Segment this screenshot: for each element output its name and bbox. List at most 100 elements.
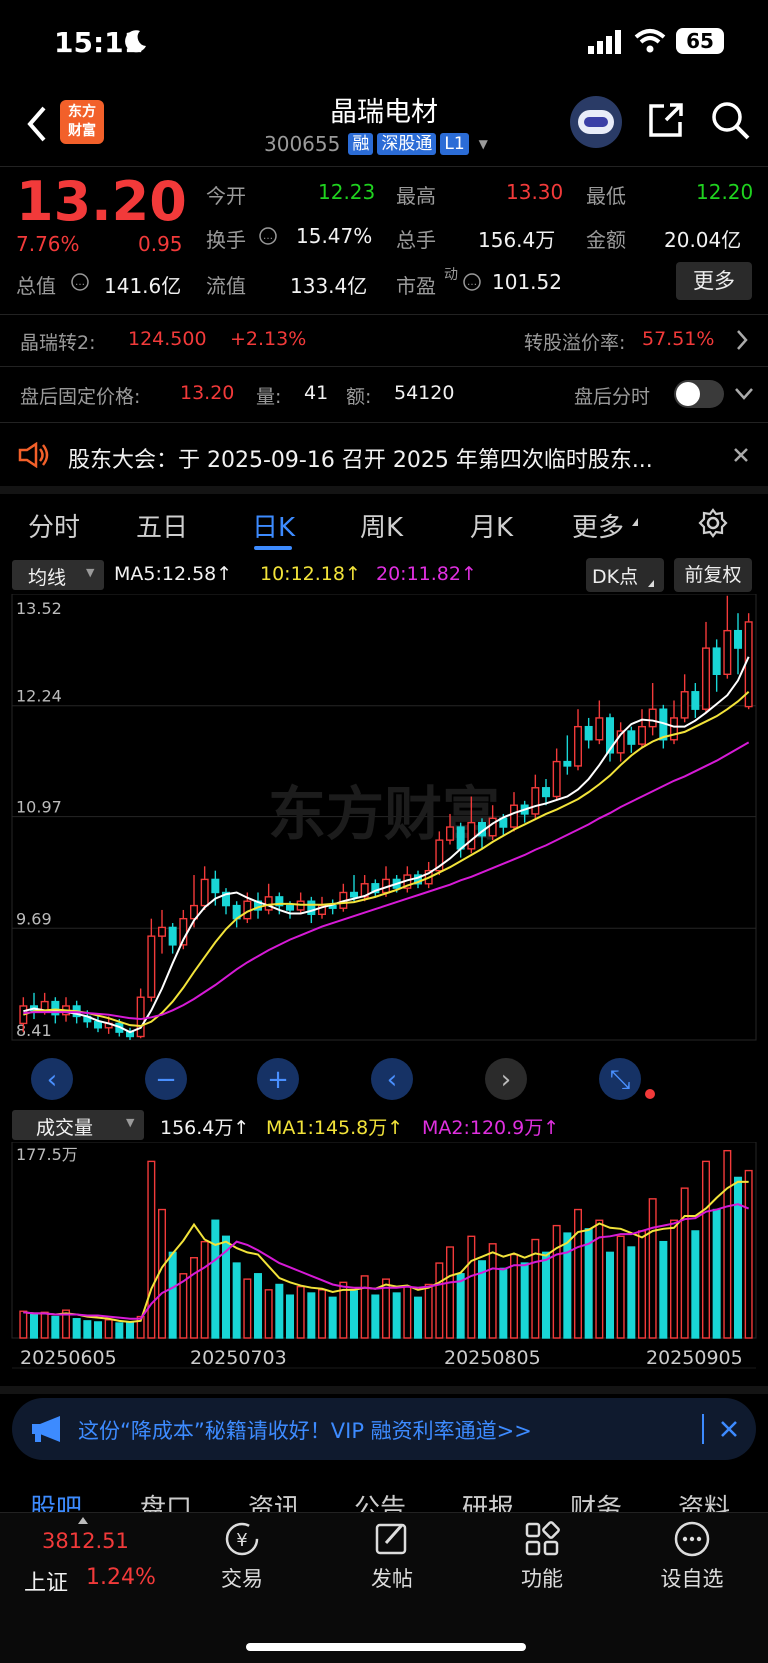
- svg-text:−: −: [155, 1065, 177, 1095]
- zoom-out-icon[interactable]: −: [145, 1058, 187, 1100]
- volume-bar: [403, 1285, 412, 1339]
- candle-body: [680, 691, 689, 719]
- low-value: 12.20: [696, 180, 754, 204]
- search-icon[interactable]: [710, 100, 752, 142]
- tab-forum[interactable]: 股吧: [30, 1488, 82, 1512]
- tab-five-day[interactable]: 五日: [136, 507, 188, 544]
- svg-text:⤡: ⤡: [610, 1065, 631, 1095]
- tab-intraday[interactable]: 分时: [28, 507, 80, 544]
- volume-bar: [659, 1240, 668, 1339]
- volume-bar: [573, 1208, 583, 1339]
- vol-ma1-value: MA1:145.8万↑: [266, 1117, 404, 1139]
- tab-daily-k[interactable]: 日K: [252, 507, 295, 544]
- candle-body: [573, 725, 583, 767]
- stock-header: 东方 财富 晶瑞电材 300655 融 深股通 L1 ▼: [0, 84, 768, 166]
- y-tick-label: 9.69: [16, 909, 52, 928]
- index-pct: 1.24%: [86, 1565, 156, 1590]
- promo-banner[interactable]: 这份“降成本”秘籍请收好！VIP 融资利率通道>>: [12, 1398, 756, 1460]
- open-value: 12.23: [318, 180, 376, 204]
- volume-bar: [328, 1296, 337, 1339]
- y-tick-label: 177.5万: [16, 1145, 78, 1164]
- candle-body: [637, 725, 647, 745]
- trade-button[interactable]: ¥ 交易: [210, 1519, 274, 1593]
- after-hours-row: 盘后固定价格: 13.20 量: 41 额: 54120 盘后分时: [0, 366, 768, 422]
- volume-bar: [104, 1319, 113, 1339]
- change-pct: 7.76%: [16, 232, 80, 256]
- volume-bar: [691, 1230, 700, 1339]
- close-icon[interactable]: [720, 1420, 738, 1438]
- chevron-down-icon[interactable]: [734, 386, 754, 402]
- tab-profile[interactable]: 资料: [678, 1488, 730, 1512]
- close-icon[interactable]: [732, 446, 750, 464]
- robot-avatar-icon[interactable]: [570, 96, 622, 148]
- stock-code: 300655: [264, 132, 341, 156]
- after-hours-amt-label: 额:: [346, 386, 372, 408]
- candle-body: [563, 760, 572, 767]
- svg-text:…: …: [263, 231, 273, 242]
- bond-pct: +2.13%: [230, 328, 307, 350]
- svg-text:…: …: [467, 277, 477, 288]
- pe-value: 101.52: [492, 270, 562, 294]
- after-hours-label: 盘后固定价格:: [20, 386, 141, 408]
- volume-bar: [189, 1257, 199, 1339]
- functions-button[interactable]: 功能: [510, 1519, 574, 1593]
- chevron-left-icon[interactable]: ‹: [31, 1058, 73, 1100]
- more-button[interactable]: 更多: [676, 262, 752, 300]
- tab-news[interactable]: 资讯: [248, 1488, 300, 1512]
- tab-announcements[interactable]: 公告: [354, 1488, 406, 1512]
- tab-weekly-k[interactable]: 周K: [360, 507, 403, 544]
- grid-icon: [525, 1521, 560, 1556]
- pan-left-icon[interactable]: ‹: [371, 1058, 413, 1100]
- candle-body: [264, 896, 273, 911]
- info-icon[interactable]: …: [462, 272, 482, 292]
- tab-research[interactable]: 研报: [462, 1488, 514, 1512]
- post-button[interactable]: 发帖: [360, 1519, 424, 1593]
- indicator-selector[interactable]: 均线 ▼: [12, 560, 104, 590]
- status-bar: 15:11 65: [0, 0, 768, 84]
- candle-body: [285, 904, 295, 911]
- chevron-down-icon[interactable]: ▼: [479, 137, 488, 151]
- index-value: 3812.51: [42, 1529, 129, 1553]
- volume-bar: [467, 1235, 476, 1339]
- y-tick-label: 13.52: [16, 599, 62, 618]
- volume-bar: [488, 1243, 497, 1339]
- ma20-value: 20:11.82↑: [376, 563, 477, 585]
- tab-financials[interactable]: 财务: [570, 1488, 622, 1512]
- volume-bar: [40, 1311, 49, 1339]
- bottom-toolbar: 3812.51 上证 1.24% ¥ 交易 发帖 功能 设自选: [0, 1512, 768, 1663]
- high-value: 13.30: [506, 180, 564, 204]
- candle-body: [552, 760, 561, 798]
- settings-icon[interactable]: [698, 508, 728, 538]
- volume-bar: [360, 1275, 369, 1339]
- x-tick-label: 20250703: [190, 1347, 287, 1369]
- volume-selector[interactable]: 成交量 ▼: [12, 1110, 144, 1140]
- tab-orderbook[interactable]: 盘口: [140, 1488, 192, 1512]
- volume-bar: [317, 1289, 327, 1339]
- tab-more[interactable]: 更多: [572, 507, 624, 544]
- volume-bar: [168, 1251, 177, 1339]
- watchlist-button[interactable]: 设自选: [650, 1519, 734, 1593]
- dk-point-button[interactable]: DK点: [586, 558, 664, 592]
- candle-body: [136, 996, 145, 1038]
- info-icon[interactable]: …: [258, 226, 278, 246]
- info-icon[interactable]: …: [70, 272, 90, 292]
- candlestick-chart[interactable]: 13.5212.2410.979.698.41东方财富‹ − + ‹ › ⤡: [0, 594, 768, 1106]
- post-label: 发帖: [371, 1567, 413, 1591]
- volume-bar: [744, 1169, 753, 1339]
- premium-value: 57.51%: [642, 328, 715, 350]
- fullscreen-icon[interactable]: ⤡: [599, 1058, 641, 1100]
- candle-body: [627, 730, 636, 745]
- volume-bar: [627, 1246, 636, 1339]
- notice-bar[interactable]: 股东大会：于 2025-09-16 召开 2025 年第四次临时股东...: [0, 422, 768, 486]
- notice-text: 股东大会：于 2025-09-16 召开 2025 年第四次临时股东...: [68, 448, 653, 473]
- after-hours-toggle[interactable]: [674, 380, 724, 408]
- adjust-button[interactable]: 前复权: [674, 558, 752, 592]
- tab-monthly-k[interactable]: 月K: [470, 507, 513, 544]
- volume-bar: [552, 1224, 561, 1339]
- volume-label: 总手: [396, 228, 436, 252]
- convertible-bond-row[interactable]: 晶瑞转2: 124.500 +2.13% 转股溢价率: 57.51%: [0, 314, 768, 366]
- pan-right-icon[interactable]: ›: [485, 1058, 527, 1100]
- share-icon[interactable]: [646, 100, 686, 140]
- zoom-in-icon[interactable]: +: [257, 1058, 299, 1100]
- volume-chart[interactable]: 177.5万 20250605 20250703 20250805 20250905: [0, 1142, 768, 1370]
